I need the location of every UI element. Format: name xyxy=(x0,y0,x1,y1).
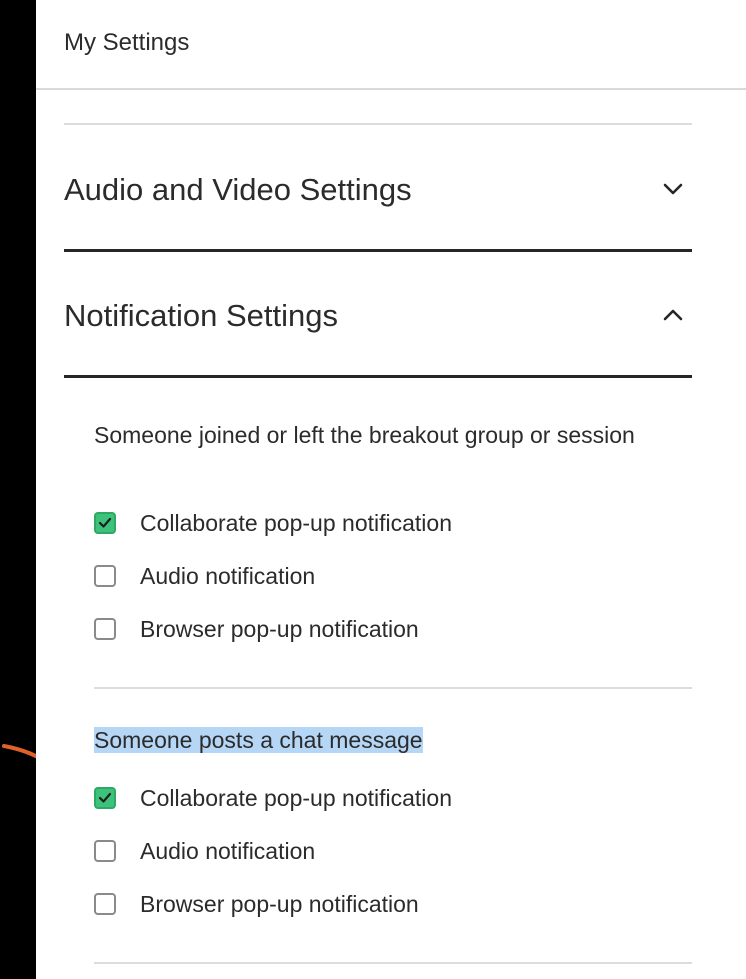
checkbox-option[interactable]: Audio notification xyxy=(94,561,315,591)
checkbox-option[interactable]: Collaborate pop-up notification xyxy=(94,508,452,538)
group-divider xyxy=(94,687,692,689)
divider xyxy=(64,123,692,125)
chevron-up-icon xyxy=(663,309,683,321)
screenshot-stage: My Settings Audio and Video Settings Not… xyxy=(0,0,746,979)
option-label: Collaborate pop-up notification xyxy=(140,784,452,811)
section-notification-settings[interactable]: Notification Settings xyxy=(64,284,692,344)
option-label: Collaborate pop-up notification xyxy=(140,509,452,536)
checkbox-unchecked[interactable] xyxy=(94,565,116,587)
panel-title: My Settings xyxy=(64,29,190,56)
check-icon xyxy=(98,792,112,803)
section-audio-video-settings[interactable]: Audio and Video Settings xyxy=(64,158,692,218)
group-title-join-leave: Someone joined or left the breakout grou… xyxy=(94,422,635,448)
option-label: Browser pop-up notification xyxy=(140,615,419,642)
checkbox-option[interactable]: Collaborate pop-up notification xyxy=(94,783,452,813)
section-title: Notification Settings xyxy=(64,298,338,333)
checkbox-unchecked[interactable] xyxy=(94,618,116,640)
checkbox-option[interactable]: Browser pop-up notification xyxy=(94,614,419,644)
group-title-chat-message: Someone posts a chat message xyxy=(94,723,674,758)
checkbox-unchecked[interactable] xyxy=(94,893,116,915)
checkbox-checked[interactable] xyxy=(94,512,116,534)
checkbox-unchecked[interactable] xyxy=(94,840,116,862)
section-divider xyxy=(64,249,692,252)
settings-panel: My Settings Audio and Video Settings Not… xyxy=(36,0,746,979)
checkbox-option[interactable]: Audio notification xyxy=(94,836,315,866)
chevron-down-icon xyxy=(663,183,683,195)
checkbox-checked[interactable] xyxy=(94,787,116,809)
option-label: Browser pop-up notification xyxy=(140,890,419,917)
check-icon xyxy=(98,517,112,528)
option-label: Audio notification xyxy=(140,837,316,864)
checkbox-option[interactable]: Browser pop-up notification xyxy=(94,889,419,919)
group-divider xyxy=(94,962,692,964)
panel-header: My Settings xyxy=(36,0,746,90)
section-divider xyxy=(64,375,692,378)
option-label: Audio notification xyxy=(140,562,316,589)
selected-text-highlight: Someone posts a chat message xyxy=(94,727,423,753)
section-title: Audio and Video Settings xyxy=(64,172,412,207)
